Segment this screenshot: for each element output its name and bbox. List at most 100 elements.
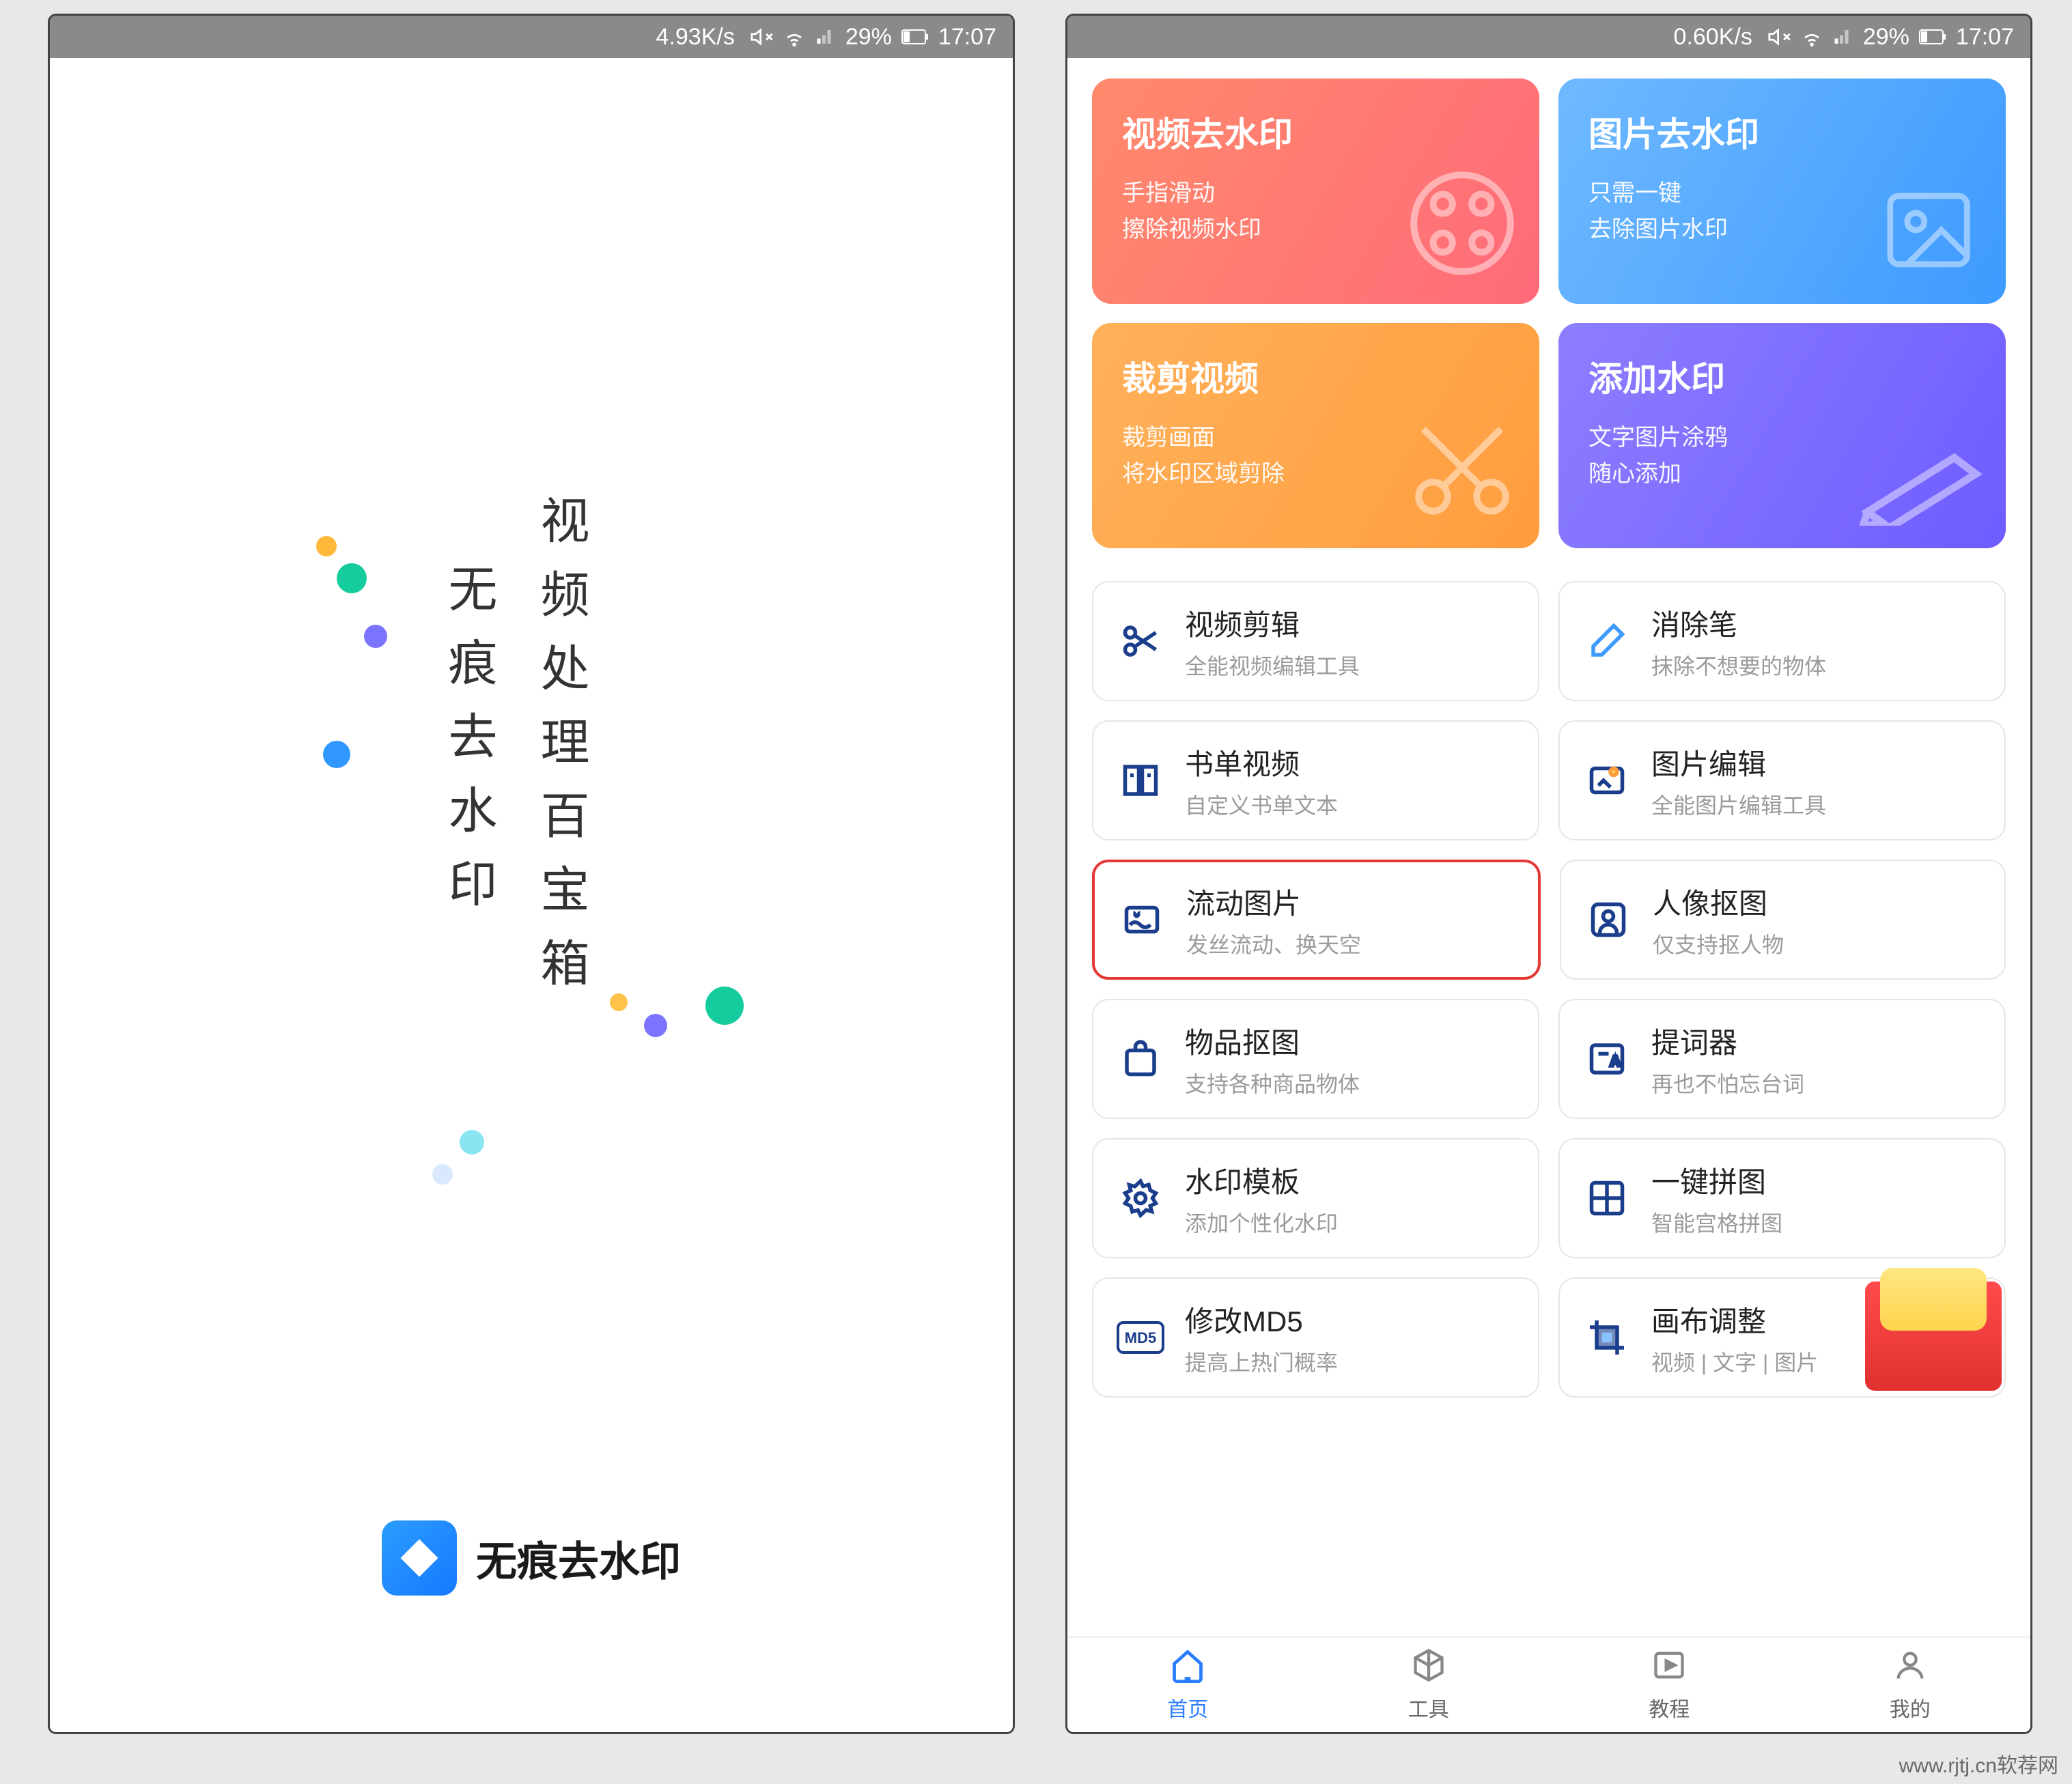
- crop-icon: [1580, 1311, 1634, 1364]
- tool-subtitle: 添加个性化水印: [1185, 1206, 1338, 1238]
- tool-title: 画布调整: [1651, 1299, 1818, 1340]
- network-speed: 4.93K/s: [656, 24, 735, 51]
- eraser-icon: [1580, 614, 1634, 668]
- tool-object-cutout[interactable]: 物品抠图 支持各种商品物体: [1092, 999, 1539, 1119]
- tool-subtitle: 再也不怕忘台词: [1651, 1067, 1804, 1099]
- card-title: 视频去水印: [1122, 107, 1509, 156]
- decor-dot: [610, 993, 628, 1011]
- decor-dot: [705, 987, 744, 1025]
- signal-icon: [1833, 27, 1853, 47]
- card-title: 添加水印: [1588, 352, 1976, 401]
- pencil-icon: [1857, 444, 1987, 529]
- md5-icon: MD5: [1114, 1311, 1167, 1364]
- mute-icon: [1767, 25, 1791, 48]
- splash-screen-phone: 4.93K/s 29% 17:07 视频处理百宝箱 无痕去水印: [48, 14, 1015, 1734]
- network-speed: 0.60K/s: [1674, 24, 1752, 51]
- nav-label: 我的: [1890, 1693, 1931, 1723]
- tool-video-edit[interactable]: 视频剪辑 全能视频编辑工具: [1092, 581, 1539, 701]
- decor-dot: [337, 563, 367, 593]
- tool-collage[interactable]: 一键拼图 智能宫格拼图: [1558, 1138, 2006, 1258]
- nav-label: 工具: [1408, 1693, 1449, 1723]
- status-bar: 0.60K/s 29% 17:07: [1067, 16, 2030, 58]
- clock: 17:07: [1956, 24, 2014, 51]
- tool-title: 物品抠图: [1185, 1020, 1360, 1062]
- home-screen-phone: 0.60K/s 29% 17:07 视频去水印 手指滑动 擦除视频水印 图片去水…: [1065, 14, 2032, 1734]
- user-icon: [1892, 1647, 1928, 1688]
- tool-subtitle: 发丝流动、换天空: [1186, 928, 1361, 959]
- nav-home[interactable]: 首页: [1067, 1638, 1308, 1732]
- nav-profile[interactable]: 我的: [1790, 1638, 2031, 1732]
- tool-subtitle: 支持各种商品物体: [1185, 1067, 1360, 1099]
- film-reel-icon: [1404, 165, 1520, 285]
- tool-subtitle: 全能视频编辑工具: [1185, 649, 1360, 681]
- nav-tools[interactable]: 工具: [1308, 1638, 1550, 1732]
- tool-title: 书单视频: [1185, 741, 1338, 783]
- status-bar: 4.93K/s 29% 17:07: [50, 16, 1013, 58]
- tool-person-cutout[interactable]: 人像抠图 仅支持抠人物: [1560, 860, 2006, 980]
- tool-flow-image[interactable]: 流动图片 发丝流动、换天空: [1092, 860, 1541, 980]
- tool-title: 消除笔: [1651, 602, 1826, 644]
- tool-image-edit[interactable]: 图片编辑 全能图片编辑工具: [1558, 720, 2006, 840]
- teleprompter-icon: A: [1580, 1032, 1634, 1086]
- clock: 17:07: [938, 24, 996, 51]
- card-add-watermark[interactable]: 添加水印 文字图片涂鸦 随心添加: [1558, 323, 2006, 548]
- wifi-icon: [1800, 25, 1823, 48]
- tool-subtitle: 全能图片编辑工具: [1651, 789, 1826, 820]
- tool-title: 视频剪辑: [1185, 602, 1360, 644]
- tool-subtitle: 抹除不想要的物体: [1651, 649, 1826, 681]
- book-icon: [1114, 754, 1167, 807]
- scissors-icon: [1404, 410, 1520, 529]
- grid-icon: [1580, 1172, 1634, 1225]
- source-watermark: www.rjtj.cn软荐网: [1899, 1748, 2058, 1779]
- tool-watermark-template[interactable]: 水印模板 添加个性化水印: [1092, 1138, 1539, 1258]
- tool-eraser[interactable]: 消除笔 抹除不想要的物体: [1558, 581, 2006, 701]
- tool-booklist-video[interactable]: 书单视频 自定义书单文本: [1092, 720, 1539, 840]
- decor-dot: [644, 1014, 667, 1037]
- card-image-watermark-remove[interactable]: 图片去水印 只需一键 去除图片水印: [1558, 79, 2006, 304]
- app-logo-icon: [382, 1520, 457, 1596]
- splash-content: 视频处理百宝箱 无痕去水印 无痕去水印: [50, 58, 1013, 1732]
- nav-label: 首页: [1167, 1693, 1208, 1723]
- home-content[interactable]: 视频去水印 手指滑动 擦除视频水印 图片去水印 只需一键 去除图片水印 裁剪视频…: [1067, 58, 2030, 1637]
- red-envelope-badge[interactable]: [1865, 1268, 2002, 1391]
- decor-dot: [323, 741, 350, 768]
- card-crop-video[interactable]: 裁剪视频 裁剪画面 将水印区域剪除: [1092, 323, 1539, 548]
- bag-icon: [1114, 1032, 1167, 1086]
- app-name: 无痕去水印: [476, 1529, 681, 1588]
- decor-dot: [460, 1130, 484, 1155]
- battery-percent: 29%: [1863, 24, 1909, 51]
- tool-title: 提词器: [1651, 1020, 1804, 1062]
- app-brand: 无痕去水印: [382, 1520, 681, 1596]
- nav-label: 教程: [1649, 1693, 1690, 1723]
- decor-dot: [316, 536, 337, 556]
- gear-icon: [1114, 1172, 1167, 1225]
- tool-title: 水印模板: [1185, 1159, 1338, 1201]
- person-cutout-icon: [1582, 893, 1635, 946]
- tool-subtitle: 视频 | 文字 | 图片: [1651, 1346, 1818, 1377]
- decor-dot: [364, 625, 387, 648]
- card-title: 裁剪视频: [1122, 352, 1509, 401]
- cube-icon: [1411, 1647, 1446, 1688]
- tool-title: 流动图片: [1186, 881, 1361, 922]
- tool-title: 修改MD5: [1185, 1299, 1338, 1340]
- tool-subtitle: 自定义书单文本: [1185, 789, 1338, 820]
- bottom-nav: 首页 工具 教程 我的: [1067, 1637, 2030, 1732]
- tool-title: 一键拼图: [1651, 1159, 1782, 1201]
- tool-teleprompter[interactable]: A 提词器 再也不怕忘台词: [1558, 999, 2006, 1119]
- card-video-watermark-remove[interactable]: 视频去水印 手指滑动 擦除视频水印: [1092, 79, 1539, 304]
- play-square-icon: [1651, 1647, 1687, 1688]
- nav-tutorial[interactable]: 教程: [1549, 1638, 1790, 1732]
- tool-modify-md5[interactable]: MD5 修改MD5 提高上热门概率: [1092, 1277, 1539, 1398]
- card-title: 图片去水印: [1588, 107, 1976, 156]
- decor-dot: [432, 1164, 453, 1185]
- mute-icon: [750, 25, 773, 48]
- home-icon: [1170, 1647, 1205, 1688]
- image-edit-icon: [1580, 754, 1634, 807]
- picture-icon: [1871, 179, 1987, 285]
- svg-text:MD5: MD5: [1125, 1329, 1156, 1346]
- battery-icon: [901, 29, 929, 44]
- cut-icon: [1114, 614, 1167, 668]
- tool-subtitle: 智能宫格拼图: [1651, 1206, 1782, 1238]
- tool-title: 人像抠图: [1653, 881, 1784, 922]
- wifi-icon: [783, 25, 806, 48]
